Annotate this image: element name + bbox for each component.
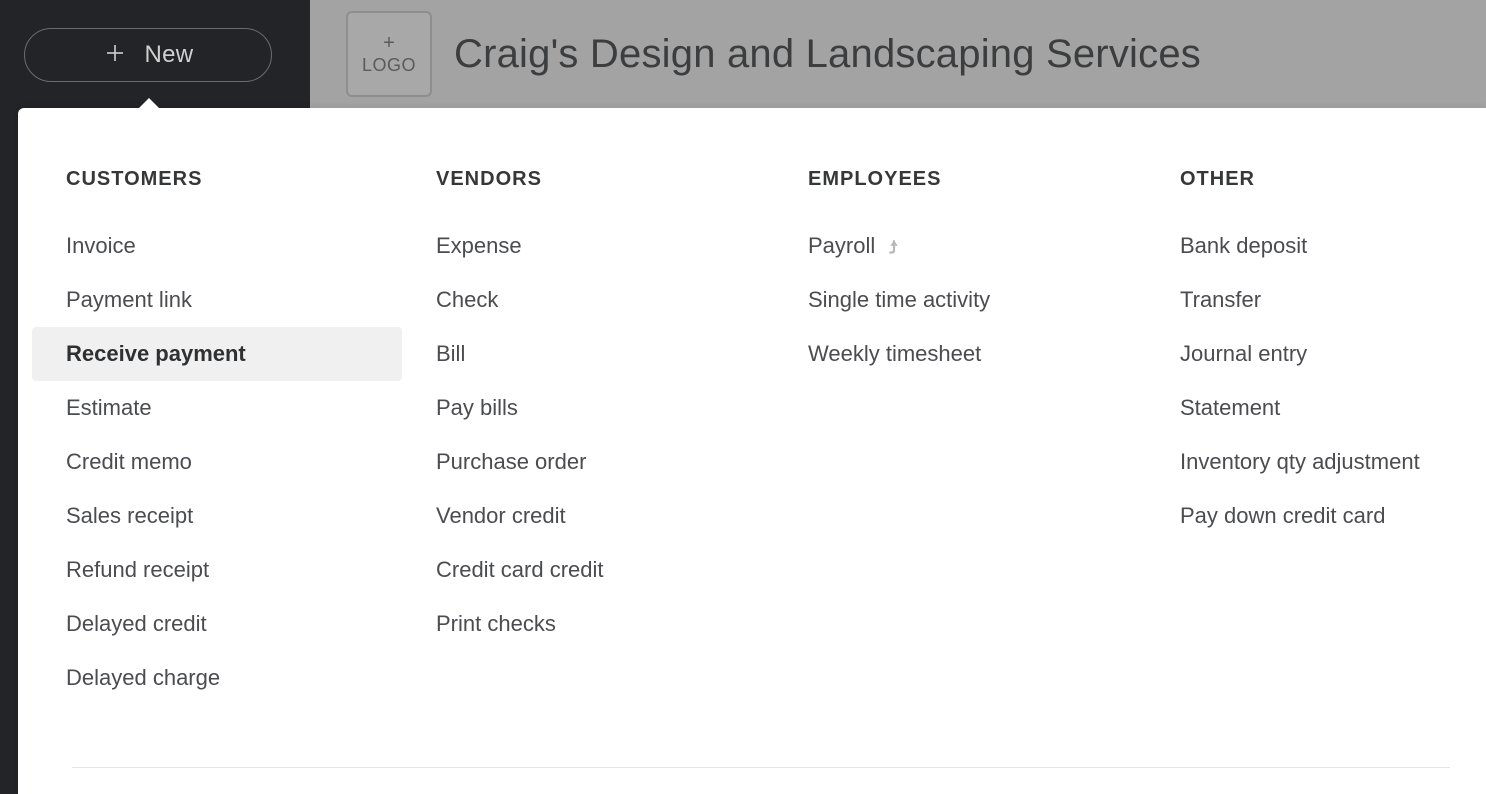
menu-item-refund-receipt[interactable]: Refund receipt bbox=[32, 543, 402, 597]
menu-item-transfer[interactable]: Transfer bbox=[1146, 273, 1472, 327]
menu-item-label: Delayed credit bbox=[66, 611, 207, 637]
menu-item-payment-link[interactable]: Payment link bbox=[32, 273, 402, 327]
menu-item-label: Purchase order bbox=[436, 449, 586, 475]
new-dropdown-panel: CUSTOMERS Invoice Payment link Receive p… bbox=[18, 108, 1486, 794]
menu-item-bank-deposit[interactable]: Bank deposit bbox=[1146, 219, 1472, 273]
company-title: Craig's Design and Landscaping Services bbox=[454, 32, 1201, 77]
menu-item-purchase-order[interactable]: Purchase order bbox=[402, 435, 774, 489]
menu-item-label: Transfer bbox=[1180, 287, 1261, 313]
menu-item-delayed-credit[interactable]: Delayed credit bbox=[32, 597, 402, 651]
menu-item-receive-payment[interactable]: Receive payment bbox=[32, 327, 402, 381]
menu-item-label: Estimate bbox=[66, 395, 152, 421]
menu-item-estimate[interactable]: Estimate bbox=[32, 381, 402, 435]
menu-item-bill[interactable]: Bill bbox=[402, 327, 774, 381]
menu-item-label: Refund receipt bbox=[66, 557, 209, 583]
plus-icon: + bbox=[383, 31, 395, 55]
column-heading-vendors: VENDORS bbox=[402, 168, 774, 191]
menu-item-label: Credit memo bbox=[66, 449, 192, 475]
column-other: OTHER Bank deposit Transfer Journal entr… bbox=[1146, 168, 1472, 705]
menu-item-journal-entry[interactable]: Journal entry bbox=[1146, 327, 1472, 381]
menu-item-label: Pay down credit card bbox=[1180, 503, 1385, 529]
arrow-up-icon bbox=[885, 237, 903, 255]
menu-item-label: Expense bbox=[436, 233, 522, 259]
menu-item-label: Single time activity bbox=[808, 287, 990, 313]
menu-item-label: Check bbox=[436, 287, 498, 313]
menu-item-label: Delayed charge bbox=[66, 665, 220, 691]
menu-item-label: Pay bills bbox=[436, 395, 518, 421]
menu-item-payroll[interactable]: Payroll bbox=[774, 219, 1146, 273]
menu-item-print-checks[interactable]: Print checks bbox=[402, 597, 774, 651]
column-heading-customers: CUSTOMERS bbox=[32, 168, 402, 191]
logo-placeholder[interactable]: + LOGO bbox=[346, 11, 432, 97]
divider bbox=[72, 767, 1450, 768]
menu-item-pay-down-credit-card[interactable]: Pay down credit card bbox=[1146, 489, 1472, 543]
menu-item-label: Payment link bbox=[66, 287, 192, 313]
menu-item-label: Sales receipt bbox=[66, 503, 193, 529]
menu-item-invoice[interactable]: Invoice bbox=[32, 219, 402, 273]
menu-item-credit-card-credit[interactable]: Credit card credit bbox=[402, 543, 774, 597]
menu-item-inventory-qty-adjustment[interactable]: Inventory qty adjustment bbox=[1146, 435, 1472, 489]
column-customers: CUSTOMERS Invoice Payment link Receive p… bbox=[32, 168, 402, 705]
plus-icon bbox=[103, 41, 127, 69]
menu-item-label: Invoice bbox=[66, 233, 136, 259]
new-button[interactable]: New bbox=[24, 28, 272, 82]
menu-item-label: Weekly timesheet bbox=[808, 341, 981, 367]
dropdown-columns: CUSTOMERS Invoice Payment link Receive p… bbox=[18, 108, 1486, 741]
logo-text: LOGO bbox=[362, 55, 416, 77]
menu-item-expense[interactable]: Expense bbox=[402, 219, 774, 273]
menu-item-vendor-credit[interactable]: Vendor credit bbox=[402, 489, 774, 543]
column-heading-other: OTHER bbox=[1146, 168, 1472, 191]
menu-item-label: Bill bbox=[436, 341, 465, 367]
menu-item-label: Bank deposit bbox=[1180, 233, 1307, 259]
menu-item-label: Receive payment bbox=[66, 341, 246, 367]
top-banner: + LOGO Craig's Design and Landscaping Se… bbox=[310, 0, 1486, 108]
menu-item-label: Credit card credit bbox=[436, 557, 604, 583]
menu-item-label: Payroll bbox=[808, 233, 875, 259]
menu-item-weekly-timesheet[interactable]: Weekly timesheet bbox=[774, 327, 1146, 381]
menu-item-single-time-activity[interactable]: Single time activity bbox=[774, 273, 1146, 327]
menu-item-label: Vendor credit bbox=[436, 503, 566, 529]
menu-item-label: Inventory qty adjustment bbox=[1180, 449, 1420, 475]
menu-item-check[interactable]: Check bbox=[402, 273, 774, 327]
column-heading-employees: EMPLOYEES bbox=[774, 168, 1146, 191]
menu-item-credit-memo[interactable]: Credit memo bbox=[32, 435, 402, 489]
menu-item-label: Statement bbox=[1180, 395, 1280, 421]
menu-item-statement[interactable]: Statement bbox=[1146, 381, 1472, 435]
menu-item-sales-receipt[interactable]: Sales receipt bbox=[32, 489, 402, 543]
menu-item-pay-bills[interactable]: Pay bills bbox=[402, 381, 774, 435]
menu-item-label: Journal entry bbox=[1180, 341, 1307, 367]
menu-item-label: Print checks bbox=[436, 611, 556, 637]
menu-item-delayed-charge[interactable]: Delayed charge bbox=[32, 651, 402, 705]
column-employees: EMPLOYEES Payroll Single time activity W… bbox=[774, 168, 1146, 705]
new-button-label: New bbox=[145, 41, 194, 69]
column-vendors: VENDORS Expense Check Bill Pay bills Pur… bbox=[402, 168, 774, 705]
